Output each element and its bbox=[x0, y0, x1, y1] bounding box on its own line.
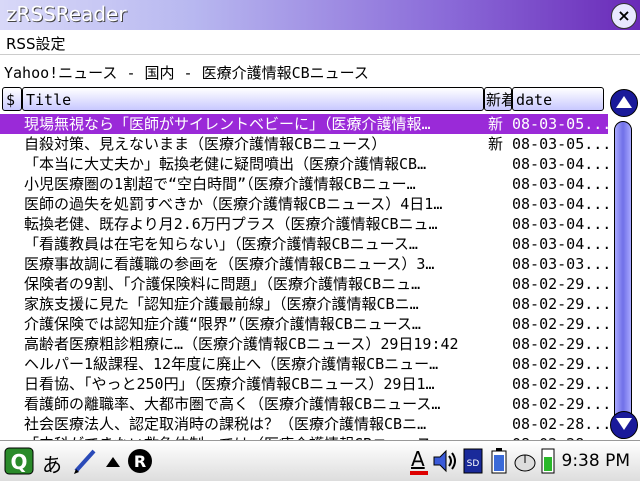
arrow-up-icon bbox=[616, 96, 632, 108]
row-date: 08-03-04... bbox=[512, 175, 608, 193]
table-row[interactable]: 自殺対策、見えないまま（医療介護情報CBニュース） 新 08-03-05... bbox=[0, 134, 608, 154]
row-title: 看護師の離職率、大都市圏で高く（医療介護情報CBニュース… bbox=[24, 395, 441, 413]
table-row[interactable]: 日看協、「やっと250円」（医療介護情報CBニュース）29日1… 08-02-29… bbox=[0, 374, 608, 394]
pen-icon[interactable] bbox=[72, 447, 98, 475]
breadcrumb: Yahoo!ニュース - 国内 - 医療介護情報CBニュース bbox=[0, 56, 640, 86]
table-row[interactable]: 家族支援に見た「認知症介護最前線」（医療介護情報CBニ… 08-02-29... bbox=[0, 294, 608, 314]
menu-bar: RSS設定 bbox=[0, 30, 640, 55]
row-title: 保険者の9割、「介護保険料に問題」（医療介護情報CBニュ… bbox=[24, 275, 421, 293]
title-bar: zRSSReader × bbox=[0, 0, 640, 30]
triangle-up-icon[interactable] bbox=[106, 447, 120, 475]
row-date: 08-03-04... bbox=[512, 235, 608, 253]
vertical-scrollbar[interactable] bbox=[608, 87, 640, 440]
row-title: 小児医療圏の1割超で“空白時間”（医療介護情報CBニュー… bbox=[24, 175, 416, 193]
feed-breadcrumb: Yahoo!ニュース - 国内 - 医療介護情報CBニュース bbox=[4, 64, 369, 82]
row-title: 「本当に大丈夫か」転換老健に疑問噴出（医療介護情報CB… bbox=[24, 155, 427, 173]
row-title: 現場無視なら「医師がサイレントベビーに」（医療介護情報… bbox=[24, 115, 431, 133]
row-title: 介護保険では認知症介護“限界”（医療介護情報CBニュース… bbox=[24, 315, 421, 333]
row-date: 08-03-04... bbox=[512, 195, 608, 213]
battery-icon[interactable] bbox=[488, 447, 510, 475]
column-header-status[interactable]: $ bbox=[2, 87, 22, 111]
list-header: $ Title 新着 date bbox=[0, 87, 608, 113]
table-row[interactable]: 保険者の9割、「介護保険料に問題」（医療介護情報CBニュ… 08-02-29... bbox=[0, 274, 608, 294]
table-row[interactable]: 高齢者医療粗診粗療に…（医療介護情報CBニュース）29日19:42 08-02-2… bbox=[0, 334, 608, 354]
row-date: 08-02-29... bbox=[512, 295, 608, 313]
table-row[interactable]: 介護保険では認知症介護“限界”（医療介護情報CBニュース… 08-02-29... bbox=[0, 314, 608, 334]
row-date: 08-03-03... bbox=[512, 255, 608, 273]
table-row[interactable]: 「看護教員は在宅を知らない」（医療介護情報CBニュース… 08-03-04... bbox=[0, 234, 608, 254]
svg-text:R: R bbox=[134, 452, 146, 471]
table-row[interactable]: 現場無視なら「医師がサイレントベビーに」（医療介護情報… 新 08-03-05... bbox=[0, 114, 608, 134]
scroll-up-button[interactable] bbox=[610, 89, 638, 117]
table-row[interactable]: 転換老健、既存より月2.6万円プラス（医療介護情報CBニュ… 08-03-04..… bbox=[0, 214, 608, 234]
start-menu-icon[interactable]: Q bbox=[4, 447, 34, 475]
row-title: 医療事故調に看護職の参画を（医療介護情報CBニュース）3… bbox=[24, 255, 435, 273]
row-title: 社会医療法人、認定取消時の課税は？（医療介護情報CBニ… bbox=[24, 415, 427, 433]
table-row[interactable]: ヘルパー1級課程、12年度に廃止へ（医療介護情報CBニュー… 08-02-29..… bbox=[0, 354, 608, 374]
table-row[interactable]: 社会医療法人、認定取消時の課税は？（医療介護情報CBニ… 08-02-28... bbox=[0, 414, 608, 434]
app-title: zRSSReader bbox=[6, 2, 127, 26]
row-date: 08-03-05... bbox=[512, 135, 608, 153]
table-row[interactable]: 看護師の離職率、大都市圏で高く（医療介護情報CBニュース… 08-02-29... bbox=[0, 394, 608, 414]
row-date: 08-02-28... bbox=[512, 415, 608, 433]
column-header-new[interactable]: 新着 bbox=[484, 87, 512, 111]
row-date: 08-03-04... bbox=[512, 215, 608, 233]
row-date: 08-02-29... bbox=[512, 275, 608, 293]
input-method-indicator[interactable]: あ bbox=[42, 449, 62, 477]
scroll-thumb[interactable] bbox=[614, 121, 632, 439]
svg-text:Q: Q bbox=[10, 450, 27, 474]
row-title: ヘルパー1級課程、12年度に廃止へ（医療介護情報CBニュー… bbox=[24, 355, 439, 373]
row-date: 08-03-04... bbox=[512, 155, 608, 173]
row-new-flag: 新 bbox=[488, 115, 504, 133]
row-new-flag: 新 bbox=[488, 135, 504, 153]
column-header-date[interactable]: date bbox=[512, 87, 604, 111]
row-date: 08-02-29... bbox=[512, 315, 608, 333]
power-level-icon[interactable] bbox=[540, 447, 556, 475]
arrow-down-icon bbox=[616, 418, 632, 430]
clock[interactable]: 9:38 PM bbox=[562, 451, 631, 471]
sd-card-icon[interactable]: SD bbox=[462, 447, 486, 475]
scroll-down-button[interactable] bbox=[610, 411, 638, 439]
svg-text:SD: SD bbox=[467, 459, 480, 469]
table-row[interactable]: 医師の過失を処罰すべきか（医療介護情報CBニュース）4日1… 08-03-04..… bbox=[0, 194, 608, 214]
menu-rss-settings[interactable]: RSS設定 bbox=[6, 33, 65, 54]
row-date: 08-02-29... bbox=[512, 395, 608, 413]
row-title: 「看護教員は在宅を知らない」（医療介護情報CBニュース… bbox=[24, 235, 418, 253]
row-date: 08-02-29... bbox=[512, 355, 608, 373]
keyboard-a-icon[interactable]: A bbox=[408, 447, 430, 475]
row-title: 転換老健、既存より月2.6万円プラス（医療介護情報CBニュ… bbox=[24, 215, 438, 233]
row-date: 08-03-05... bbox=[512, 115, 608, 133]
row-title: 自殺対策、見えないまま（医療介護情報CBニュース） bbox=[24, 135, 387, 153]
app-r-icon[interactable]: R bbox=[126, 447, 154, 475]
column-header-title[interactable]: Title bbox=[22, 87, 484, 111]
speaker-icon[interactable] bbox=[432, 447, 458, 475]
table-row[interactable]: 医療事故調に看護職の参画を（医療介護情報CBニュース）3… 08-03-03... bbox=[0, 254, 608, 274]
taskbar: Q あ R A SD 9:38 PM bbox=[0, 440, 640, 481]
row-date: 08-02-29... bbox=[512, 335, 608, 353]
row-date: 08-02-29... bbox=[512, 375, 608, 393]
article-list: 現場無視なら「医師がサイレントベビーに」（医療介護情報… 新 08-03-05...… bbox=[0, 114, 608, 440]
close-button[interactable]: × bbox=[611, 3, 637, 29]
row-title: 高齢者医療粗診粗療に…（医療介護情報CBニュース）29日19:42 bbox=[24, 335, 459, 353]
table-row[interactable]: 「本当に大丈夫か」転換老健に疑問噴出（医療介護情報CB… 08-03-04... bbox=[0, 154, 608, 174]
row-title: 日看協、「やっと250円」（医療介護情報CBニュース）29日1… bbox=[24, 375, 435, 393]
row-title: 医師の過失を処罰すべきか（医療介護情報CBニュース）4日1… bbox=[24, 195, 443, 213]
row-title: 家族支援に見た「認知症介護最前線」（医療介護情報CBニ… bbox=[24, 295, 419, 313]
table-row[interactable]: 小児医療圏の1割超で“空白時間”（医療介護情報CBニュー… 08-03-04... bbox=[0, 174, 608, 194]
mouse-icon[interactable] bbox=[512, 447, 538, 475]
